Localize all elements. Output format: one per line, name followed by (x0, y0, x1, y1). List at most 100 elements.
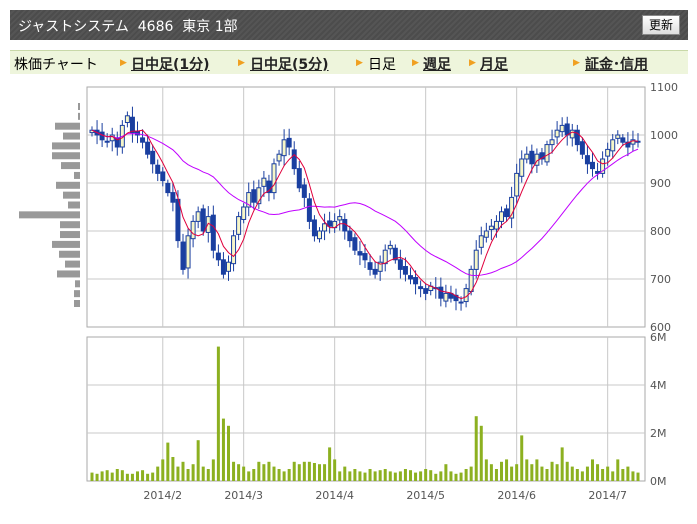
candle-body (610, 139, 616, 152)
volume-bar (338, 471, 342, 481)
volume-bar (409, 470, 412, 481)
volume-bar (343, 466, 347, 481)
candle-body (281, 139, 287, 157)
volume-bar (591, 459, 594, 481)
volume-bar (242, 466, 246, 481)
candle-body (397, 259, 403, 270)
volume-bar (292, 461, 296, 481)
candle-body (615, 134, 621, 139)
candle-body (145, 141, 151, 155)
candle-body (357, 251, 363, 256)
candle-body (311, 219, 317, 237)
volume-bar (414, 472, 418, 481)
volume-bar (196, 440, 200, 481)
candle-body (296, 168, 302, 189)
volume-bar (636, 472, 640, 481)
candle-body (590, 161, 595, 170)
candle-body (140, 137, 146, 143)
candle-body (271, 163, 277, 194)
candle-body (493, 220, 499, 230)
price-volume-bar (78, 112, 80, 120)
date-tick-label: 2014/4 (315, 489, 354, 502)
volume-bar (363, 472, 367, 481)
candle-body (620, 137, 626, 143)
candle-body (367, 262, 373, 270)
volume-bar (555, 464, 559, 481)
candle-body (317, 230, 322, 240)
date-tick-label: 2014/6 (497, 489, 536, 502)
candle-body (423, 288, 429, 294)
price-volume-bar (52, 240, 80, 248)
volume-bar (90, 472, 94, 481)
volume-bar (312, 463, 316, 481)
candle-body (322, 223, 328, 232)
volume-bar (247, 471, 251, 481)
candle-body (286, 137, 292, 148)
volume-tick-label: 0M (650, 475, 667, 488)
volume-bar (181, 461, 185, 481)
volume-bar (560, 447, 564, 481)
candle-body (165, 182, 171, 194)
candle-body (514, 172, 520, 197)
price-volume-bar (60, 221, 80, 229)
candlestick (544, 140, 550, 166)
candlestick (468, 265, 474, 296)
volume-bar (510, 466, 514, 481)
price-volume-bar (63, 132, 80, 140)
volume-bar (398, 471, 402, 481)
volume-bar (277, 469, 281, 481)
price-tick-label: 1100 (650, 81, 678, 94)
volume-bar (585, 466, 589, 481)
volume-bar (580, 471, 584, 481)
volume-bar (419, 471, 423, 481)
volume-bar (302, 461, 306, 481)
volume-bar (500, 461, 503, 481)
volume-bar (525, 459, 529, 481)
candle-body (413, 277, 419, 285)
volume-bar (307, 461, 311, 481)
volume-bar (621, 469, 625, 481)
volume-bar (120, 470, 124, 481)
candle-body (301, 184, 307, 198)
candle-body (291, 149, 297, 170)
candle-body (569, 129, 575, 139)
candle-body (124, 115, 130, 124)
price-tick-label: 700 (650, 273, 671, 286)
candle-body (362, 253, 368, 261)
volume-bar (550, 461, 554, 481)
volume-bar (206, 469, 210, 481)
candle-body (276, 153, 282, 162)
price-volume-bar (74, 300, 80, 307)
volume-bar (565, 461, 569, 481)
price-volume-bar (61, 162, 80, 170)
candle-body (372, 268, 378, 275)
volume-bar (373, 471, 377, 481)
volume-bar (176, 466, 180, 481)
volume-bar (479, 425, 483, 481)
candle-body (190, 220, 196, 240)
candle-body (418, 286, 424, 290)
volume-bar (434, 473, 438, 481)
volume-bar (469, 466, 473, 481)
volume-bar (211, 459, 215, 481)
volume-bar (378, 470, 382, 481)
candle-body (150, 150, 156, 165)
volume-bar (237, 464, 241, 481)
volume-bar (328, 447, 332, 481)
candle-body (231, 235, 237, 265)
candle-body (226, 261, 231, 272)
volume-bar (353, 469, 357, 481)
candle-body (524, 153, 530, 160)
volume-bar (439, 471, 443, 481)
candle-body (504, 208, 510, 218)
candle-body (529, 150, 535, 165)
volume-bar (383, 469, 387, 481)
volume-bar (297, 464, 301, 481)
volume-bar (540, 466, 544, 481)
volume-bar (606, 466, 610, 481)
candle-body (347, 230, 353, 242)
volume-bar (575, 469, 579, 481)
volume-bar (282, 471, 286, 481)
price-volume-bar (60, 231, 80, 239)
date-tick-label: 2014/7 (588, 489, 627, 502)
